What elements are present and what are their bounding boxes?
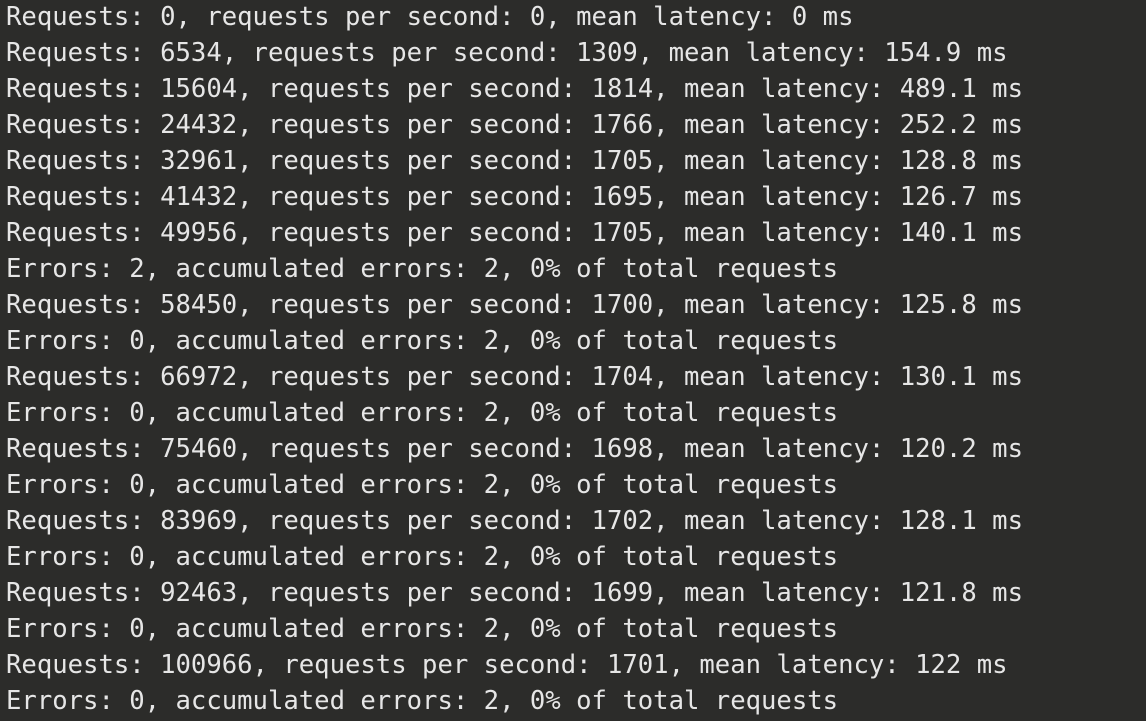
log-line-requests: Requests: 83969, requests per second: 17… <box>6 506 1023 536</box>
log-line-requests: Requests: 58450, requests per second: 17… <box>6 290 1023 320</box>
log-line-errors: Errors: 0, accumulated errors: 2, 0% of … <box>6 470 839 500</box>
log-line-errors: Errors: 0, accumulated errors: 2, 0% of … <box>6 686 839 716</box>
log-line-requests: Requests: 66972, requests per second: 17… <box>6 362 1023 392</box>
log-line-requests: Requests: 49956, requests per second: 17… <box>6 218 1023 248</box>
log-line-errors: Errors: 0, accumulated errors: 2, 0% of … <box>6 398 839 428</box>
log-line-requests: Requests: 41432, requests per second: 16… <box>6 182 1023 212</box>
log-line-errors: Errors: 0, accumulated errors: 2, 0% of … <box>6 326 839 356</box>
log-line-requests: Requests: 75460, requests per second: 16… <box>6 434 1023 464</box>
log-line-requests: Requests: 92463, requests per second: 16… <box>6 578 1023 608</box>
log-line-errors: Errors: 0, accumulated errors: 2, 0% of … <box>6 542 839 572</box>
log-line-requests: Requests: 32961, requests per second: 17… <box>6 146 1023 176</box>
log-line-requests: Requests: 100966, requests per second: 1… <box>6 650 1008 680</box>
log-line-errors: Errors: 0, accumulated errors: 2, 0% of … <box>6 614 839 644</box>
log-line-errors: Errors: 2, accumulated errors: 2, 0% of … <box>6 254 839 284</box>
log-line-requests: Requests: 0, requests per second: 0, mea… <box>6 2 854 32</box>
log-line-requests: Requests: 15604, requests per second: 18… <box>6 74 1023 104</box>
terminal-output[interactable]: Requests: 0, requests per second: 0, mea… <box>0 0 1146 721</box>
log-line-requests: Requests: 24432, requests per second: 17… <box>6 110 1023 140</box>
log-line-requests: Requests: 6534, requests per second: 130… <box>6 38 1008 68</box>
